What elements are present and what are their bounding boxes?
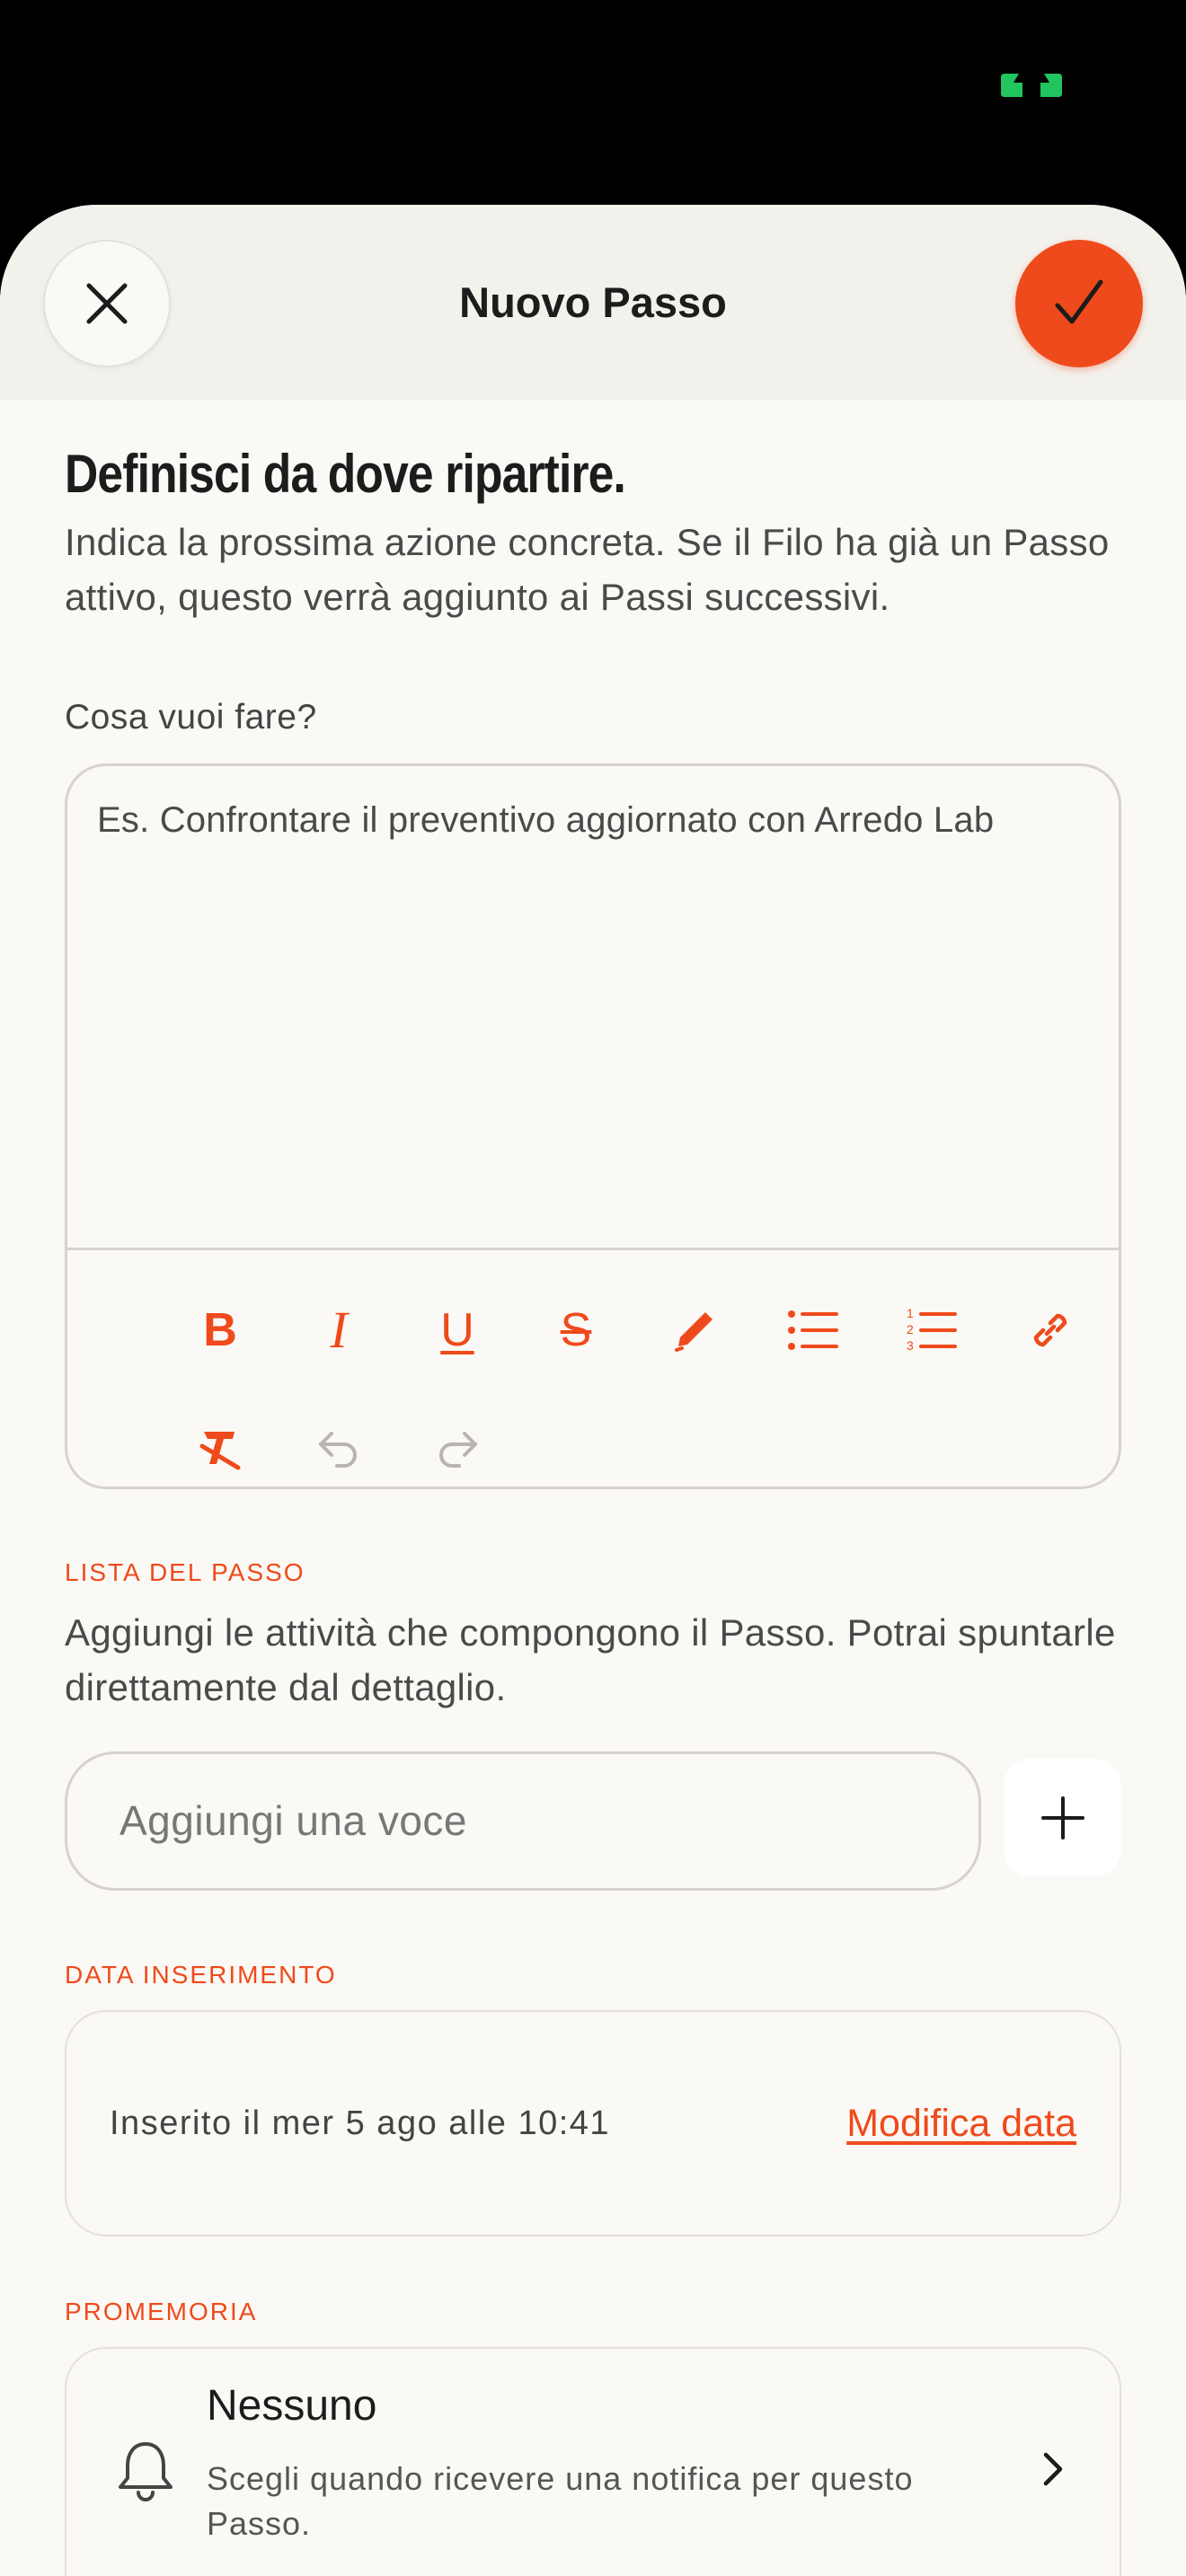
reminder-description: Scegli quando ricevere una notifica per … [207, 2460, 914, 2542]
strikethrough-button[interactable]: S [535, 1290, 616, 1371]
insertion-date-text: Inserito il mer 5 ago alle 10:41 [110, 2104, 611, 2142]
link-icon [1033, 1313, 1067, 1347]
add-item-button[interactable] [1004, 1759, 1121, 1876]
page-heading: Definisci da dove ripartire. [65, 444, 626, 504]
highlight-button[interactable] [654, 1290, 735, 1371]
new-step-sheet: Nuovo Passo Definisci da dove ripartire.… [0, 205, 1186, 2576]
reminder-caption: PROMEMORIA [65, 2298, 258, 2325]
confirm-button[interactable] [1015, 240, 1143, 367]
checklist-caption: LISTA DEL PASSO [65, 1558, 305, 1586]
svg-text:2: 2 [907, 1322, 914, 1337]
underline-button[interactable]: U [417, 1290, 498, 1371]
chevron-right-icon [1043, 2452, 1063, 2486]
add-item-input[interactable]: Aggiungi una voce [65, 1751, 981, 1891]
step-text-input[interactable]: Es. Confrontare il preventivo aggiornato… [97, 800, 1094, 841]
close-icon [86, 283, 128, 324]
clear-format-icon [199, 1432, 241, 1470]
strikethrough-icon: S [560, 1304, 592, 1356]
bold-button[interactable]: B [180, 1290, 261, 1371]
editor-divider [67, 1248, 1119, 1250]
undo-button[interactable] [298, 1407, 379, 1486]
redo-button[interactable] [417, 1407, 498, 1486]
close-button[interactable] [43, 240, 171, 367]
date-card: Inserito il mer 5 ago alle 10:41 Modific… [65, 2010, 1121, 2236]
rich-text-editor: Es. Confrontare il preventivo aggiornato… [65, 763, 1121, 1489]
link-button[interactable] [1010, 1290, 1091, 1371]
reminder-title: Nessuno [207, 2382, 377, 2430]
sheet-header: Nuovo Passo [0, 205, 1186, 400]
clear-format-button[interactable] [180, 1407, 261, 1486]
svg-text:3: 3 [907, 1338, 914, 1353]
numbered-list-button[interactable]: 1 2 3 [891, 1290, 972, 1371]
redo-icon [439, 1432, 477, 1468]
editor-label: Cosa vuoi fare? [65, 698, 317, 737]
underline-icon: U [440, 1304, 474, 1356]
date-caption: DATA INSERIMENTO [65, 1961, 337, 1989]
italic-button[interactable]: I [298, 1290, 379, 1371]
checklist-description: Aggiungi le attività che compongono il P… [65, 1611, 1116, 1708]
camera-in-use-indicator-icon [1001, 74, 1062, 97]
reminder-row[interactable]: Nessuno Scegli quando ricevere una notif… [65, 2347, 1121, 2576]
checkmark-icon [1055, 279, 1103, 324]
bullet-list-icon [788, 1310, 838, 1350]
numbered-list-icon: 1 2 3 [907, 1306, 957, 1353]
plus-icon [1040, 1795, 1084, 1839]
bullet-list-button[interactable] [773, 1290, 854, 1371]
svg-text:1: 1 [907, 1306, 914, 1320]
italic-icon: I [330, 1301, 348, 1359]
intro-description: Indica la prossima azione concreta. Se i… [65, 521, 1110, 618]
status-bar [0, 0, 1186, 207]
bell-icon [119, 2442, 173, 2501]
sheet-title: Nuovo Passo [459, 278, 727, 326]
undo-icon [319, 1432, 357, 1468]
bold-icon: B [203, 1304, 237, 1356]
highlight-pen-icon [675, 1312, 712, 1352]
edit-date-link[interactable]: Modifica data [846, 2012, 1076, 2235]
